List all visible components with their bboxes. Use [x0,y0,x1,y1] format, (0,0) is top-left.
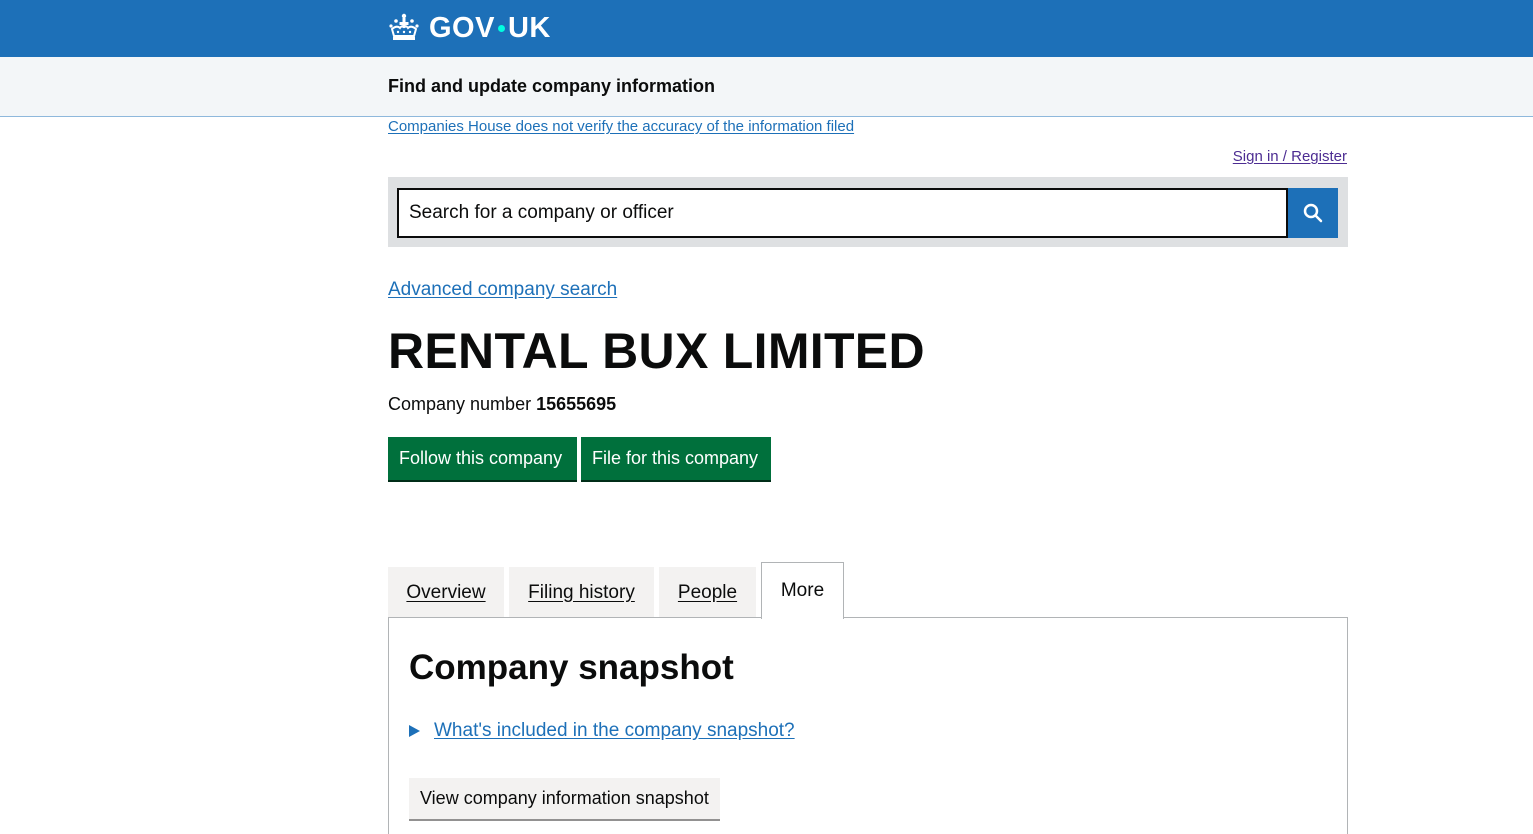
search-icon [1303,203,1323,223]
file-for-company-button[interactable]: File for this company [581,437,771,480]
company-number-value: 15655695 [536,394,617,414]
company-number-label: Company number [388,394,532,414]
snapshot-title: Company snapshot [409,648,734,687]
service-navigation: Find and update company information [0,57,1533,117]
wordmark-dot [497,24,505,32]
company-number: Company number 15655695 [388,394,616,415]
snapshot-details-summary[interactable]: What's included in the company snapshot? [434,720,795,742]
triangle-right-icon [409,725,420,737]
disclaimer-link[interactable]: Companies House does not verify the accu… [388,118,854,135]
search-panel [388,177,1348,247]
view-snapshot-button[interactable]: View company information snapshot [409,778,720,819]
govuk-header: GOV UK [0,0,1533,57]
search-button[interactable] [1288,188,1338,238]
advanced-search-link[interactable]: Advanced company search [388,279,617,301]
snapshot-details-toggle[interactable]: What's included in the company snapshot? [409,720,795,742]
crown-icon [389,13,419,40]
company-name-heading: RENTAL BUX LIMITED [388,323,925,379]
tab-more[interactable]: More [761,562,844,619]
wordmark-right: UK [507,11,551,44]
search-input[interactable] [397,188,1288,238]
tab-filing-history[interactable]: Filing history [509,567,654,618]
service-name[interactable]: Find and update company information [388,76,715,97]
wordmark-left: GOV [429,11,495,44]
govuk-logo-link[interactable]: GOV UK [388,8,551,48]
sign-in-register-link[interactable]: Sign in / Register [1233,148,1347,165]
follow-company-button[interactable]: Follow this company [388,437,577,480]
govuk-wordmark: GOV UK [429,12,551,45]
tab-overview[interactable]: Overview [388,567,504,618]
tab-people[interactable]: People [659,567,756,618]
snapshot-panel: Company snapshot What's included in the … [388,617,1348,834]
